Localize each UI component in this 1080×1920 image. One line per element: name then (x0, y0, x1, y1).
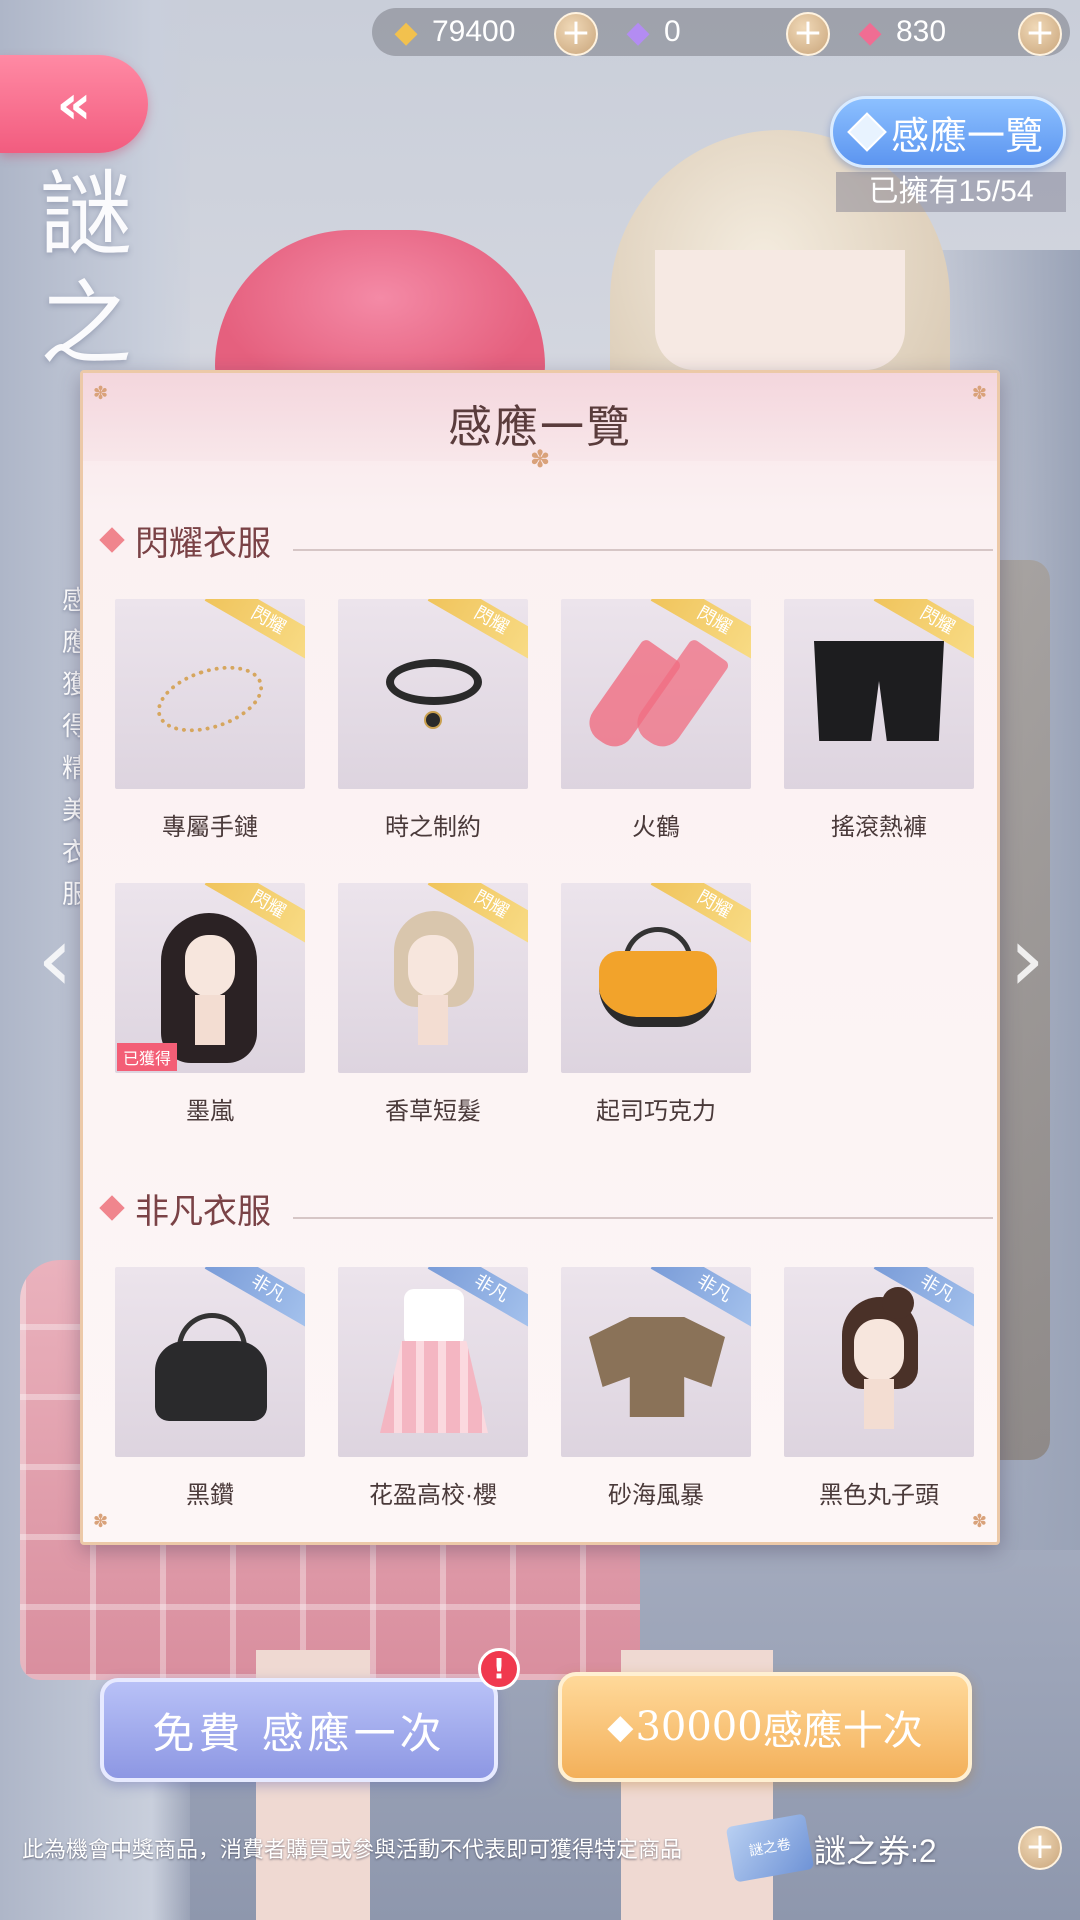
item-name: 時之制約 (385, 814, 481, 841)
corner-ornament-icon: ✽ (93, 1511, 109, 1532)
disclaimer-text: 此為機會中獎商品，消費者購買或參與活動不代表即可獲得特定商品 (22, 1837, 683, 1862)
pendant-icon (424, 711, 442, 729)
diamond-icon (847, 112, 887, 152)
neck-icon (864, 1379, 894, 1429)
item-card[interactable]: 閃耀 火鶴 (561, 599, 751, 842)
item-card[interactable]: 非凡 黑色丸子頭 (784, 1267, 974, 1510)
section-title-label: 非凡衣服 (135, 1191, 271, 1232)
item-name: 火鶴 (632, 814, 680, 841)
item-thumbnail: 閃耀 (784, 599, 974, 789)
section-divider (293, 549, 993, 551)
hair-bun-icon (882, 1287, 914, 1319)
item-thumbnail: 非凡 (784, 1267, 974, 1457)
section-title-label: 閃耀衣服 (135, 523, 271, 564)
ten-draw-cost: 30000 (635, 1704, 763, 1750)
currency-purple-diamond: ◆ 0 (618, 8, 681, 56)
coin-icon: ◆ (394, 14, 418, 50)
ticket-count: 謎之券:2 (814, 1833, 937, 1869)
overview-button-label: 感應一覽 (890, 113, 1043, 158)
currency-coin: ◆ 79400 (386, 8, 515, 56)
item-thumbnail: 閃耀 已獲得 (115, 883, 305, 1073)
ticket-label: 謎之卷 (747, 1836, 793, 1860)
overview-button[interactable]: 感應一覽 (830, 96, 1066, 168)
section-title-shining: 閃耀衣服 (99, 515, 271, 565)
item-name: 香草短髮 (385, 1098, 481, 1125)
character-face (655, 250, 905, 370)
neck-icon (195, 995, 225, 1045)
currency-pink-diamond: ◆ 830 (850, 8, 946, 56)
face-icon (185, 935, 235, 997)
item-thumbnail: 閃耀 (338, 599, 528, 789)
rarity-ribbon: 閃耀 (427, 599, 528, 666)
item-thumbnail: 非凡 (115, 1267, 305, 1457)
item-name: 黑鑽 (186, 1482, 234, 1509)
item-name: 花盈高校·櫻 (369, 1482, 497, 1509)
free-draw-button[interactable]: 免費 感應一次 (100, 1678, 498, 1782)
item-thumbnail: 閃耀 (338, 883, 528, 1073)
item-name: 黑色丸子頭 (819, 1482, 939, 1509)
coin-icon: ◆ (607, 1707, 634, 1747)
sweater-icon (589, 1317, 725, 1417)
choker-icon (386, 659, 482, 705)
item-card[interactable]: 閃耀 專屬手鏈 (115, 599, 305, 842)
face-icon (854, 1319, 904, 1381)
handbag-icon (155, 1341, 267, 1421)
item-card[interactable]: 閃耀 時之制約 (338, 599, 528, 842)
item-name: 專屬手鏈 (162, 814, 258, 841)
section-divider (293, 1217, 993, 1219)
add-ticket-button[interactable]: + (1018, 1826, 1062, 1870)
item-thumbnail: 閃耀 (115, 599, 305, 789)
item-card[interactable]: 閃耀 起司巧克力 (561, 883, 751, 1126)
double-chevron-left-icon: « (56, 72, 92, 136)
add-coin-button[interactable]: + (554, 12, 598, 56)
section-diamond-icon (99, 1195, 125, 1221)
item-card[interactable]: 非凡 砂海風暴 (561, 1267, 751, 1510)
shorts-icon (814, 641, 944, 741)
item-card[interactable]: 閃耀 香草短髮 (338, 883, 528, 1126)
item-thumbnail: 閃耀 (561, 883, 751, 1073)
owned-count: 已擁有15/54 (836, 172, 1066, 212)
currency-bar: ◆ 79400 + ◆ 0 + ◆ 830 + (372, 8, 1070, 56)
back-button[interactable]: « (0, 55, 148, 153)
item-name: 搖滾熱褲 (831, 814, 927, 841)
obtained-tag: 已獲得 (117, 1043, 178, 1071)
free-draw-label: 免費 感應一次 (152, 1708, 446, 1758)
corner-ornament-icon: ✽ (971, 1511, 987, 1532)
chevron-left-icon[interactable]: ‹ (30, 905, 80, 1015)
flower-ornament-icon: ✽ (530, 445, 551, 473)
item-name: 墨嵐 (186, 1098, 234, 1125)
item-thumbnail: 非凡 (561, 1267, 751, 1457)
face-icon (408, 935, 458, 997)
pink-diamond-value: 830 (896, 15, 947, 48)
item-thumbnail: 非凡 (338, 1267, 528, 1457)
coin-value: 79400 (432, 15, 516, 48)
alert-badge: ! (478, 1648, 520, 1690)
blouse-icon (404, 1289, 464, 1347)
item-card[interactable]: 閃耀 搖滾熱褲 (784, 599, 974, 842)
item-card[interactable]: 閃耀 已獲得 墨嵐 (115, 883, 305, 1126)
ten-draw-button[interactable]: ◆ 30000 感應十次 (558, 1672, 972, 1782)
pleated-skirt-icon (380, 1341, 488, 1433)
neck-icon (418, 995, 448, 1045)
item-card[interactable]: 非凡 花盈高校·櫻 (338, 1267, 528, 1510)
item-name: 起司巧克力 (596, 1098, 716, 1125)
handbag-icon (599, 951, 717, 1027)
overview-panel: ✽ ✽ ✽ ✽ 感應一覽 ✽ 閃耀衣服 閃耀 專屬手鏈 閃耀 時之制約 閃耀 火… (80, 370, 1000, 1545)
add-pink-diamond-button[interactable]: + (1018, 12, 1062, 56)
item-card[interactable]: 非凡 黑鑽 (115, 1267, 305, 1510)
add-purple-diamond-button[interactable]: + (786, 12, 830, 56)
section-title-extraordinary: 非凡衣服 (99, 1183, 271, 1233)
event-title: 謎之 (40, 161, 133, 378)
bracelet-icon (148, 653, 272, 745)
item-name: 砂海風暴 (608, 1482, 704, 1509)
item-thumbnail: 閃耀 (561, 599, 751, 789)
chevron-right-icon[interactable]: › (1002, 905, 1052, 1015)
section-diamond-icon (99, 527, 125, 553)
pink-diamond-icon: ◆ (858, 14, 882, 50)
ten-draw-label: 感應十次 (762, 1708, 923, 1754)
purple-diamond-value: 0 (664, 15, 681, 48)
purple-diamond-icon: ◆ (626, 14, 650, 50)
rarity-ribbon: 閃耀 (204, 599, 305, 666)
